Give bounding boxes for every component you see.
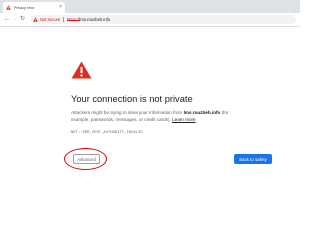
explanation-host: lms.rouzbeh.info	[183, 110, 221, 115]
back-to-safety-button[interactable]: Back to safety	[234, 154, 272, 164]
reload-icon[interactable]: ↻	[20, 16, 25, 23]
url-scheme: https://	[66, 17, 80, 22]
browser-toolbar: ← → ↻ Not secure https://lms.rouzbeh.inf…	[0, 13, 300, 27]
url-host: lms.rouzbeh.info	[79, 17, 111, 22]
omnibox-divider	[63, 17, 64, 22]
annotation-circle	[64, 148, 107, 170]
tab-close-icon[interactable]: ×	[59, 4, 62, 10]
privacy-error-page: Your connection is not private Attackers…	[0, 28, 300, 244]
warning-favicon-icon	[6, 5, 11, 10]
tab-title: Privacy error	[14, 5, 35, 10]
page-title: Your connection is not private	[71, 94, 193, 104]
back-arrow-icon[interactable]: ←	[4, 16, 10, 23]
url-text[interactable]: https://lms.rouzbeh.info	[66, 17, 111, 22]
error-code: NET::ERR_CERT_AUTHORITY_INVALID	[71, 131, 143, 135]
tab-privacy-error[interactable]: Privacy error ×	[3, 2, 65, 13]
explanation-text: Attackers might be trying to steal your …	[71, 110, 231, 123]
address-bar[interactable]: Not secure https://lms.rouzbeh.info	[30, 15, 296, 24]
explanation-part-1: Attackers might be trying to steal your …	[71, 110, 184, 115]
tab-strip: Privacy error ×	[0, 0, 300, 13]
forward-arrow-icon[interactable]: →	[12, 16, 18, 23]
not-secure-warning-icon[interactable]	[33, 17, 38, 22]
danger-warning-icon	[71, 61, 92, 79]
learn-more-link[interactable]: Learn more	[172, 117, 196, 122]
not-secure-label[interactable]: Not secure	[40, 17, 60, 22]
